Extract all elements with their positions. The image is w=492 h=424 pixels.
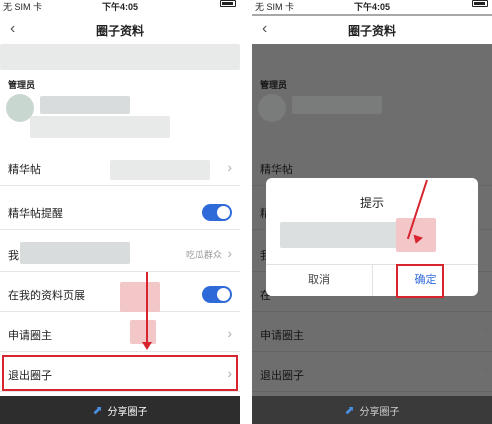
row-apply-owner[interactable]: 申请圈主 › (0, 316, 240, 352)
row-label: 我 (8, 250, 19, 262)
status-time: 下午4:05 (101, 2, 138, 12)
alias-value: 吃瓜群众 (185, 250, 222, 260)
row-label: 精华帖 (8, 164, 41, 176)
row-my-alias[interactable]: 我 吃瓜群众 › (0, 236, 240, 272)
confirm-highlight (396, 264, 444, 298)
battery-icon (472, 0, 488, 7)
row-blur (110, 160, 210, 180)
share-label: 分享圈子 (359, 406, 400, 418)
chevron-right-icon: › (227, 159, 232, 175)
share-bar[interactable]: ⬈ 分享圈子 (0, 396, 240, 424)
admin-label: 管理员 (8, 80, 36, 90)
header-blur (0, 44, 240, 70)
status-icons (472, 0, 488, 7)
row-label: 申请圈主 (8, 330, 52, 342)
share-bar[interactable]: ⬈ 分享圈子 (252, 396, 492, 424)
chevron-right-icon: › (227, 245, 232, 261)
annotation-arrow-line (146, 272, 148, 342)
row-show-on-profile: 在我的资料页展 (0, 276, 240, 312)
chevron-right-icon: › (227, 325, 232, 341)
row-blur (120, 282, 160, 312)
nav-bar: ‹ 圈子资料 (252, 16, 492, 44)
annotation-arrow-head (142, 342, 152, 350)
right-screen: 无 SIM 卡 下午4:05 ‹ 圈子资料 管理员 精华帖 精华 我 在 申请圈… (252, 0, 492, 424)
left-screen: 无 SIM 卡 下午4:05 ‹ 圈子资料 管理员 精华帖 › 精华帖提醒 我 … (0, 0, 240, 424)
status-icons (220, 0, 236, 7)
page-title: 圈子资料 (347, 24, 396, 38)
dialog-title: 提示 (359, 196, 384, 210)
status-time: 下午4:05 (353, 2, 390, 12)
admin-name-blur (40, 96, 130, 114)
share-icon: ⬈ (344, 403, 355, 417)
confirm-dialog: 提示 取消 确定 (266, 178, 478, 296)
row-blur (20, 242, 130, 264)
row-digest-reminder: 精华帖提醒 (0, 194, 240, 230)
status-bar: 无 SIM 卡 下午4:05 (0, 0, 240, 14)
row-label: 在我的资料页展 (8, 290, 85, 302)
row-blur (130, 320, 156, 344)
page-title: 圈子资料 (95, 24, 144, 38)
cancel-button[interactable]: 取消 (266, 264, 372, 296)
share-icon: ⬈ (92, 403, 103, 417)
row-digest-posts[interactable]: 精华帖 › (0, 150, 240, 186)
show-on-profile-toggle[interactable] (202, 286, 232, 303)
status-bar: 无 SIM 卡 下午4:05 (252, 0, 492, 14)
share-label: 分享圈子 (107, 406, 148, 418)
digest-reminder-toggle[interactable] (202, 204, 232, 221)
quit-highlight (2, 355, 238, 391)
row-label: 精华帖提醒 (8, 208, 63, 220)
admin-info-blur (30, 116, 170, 138)
battery-icon (220, 0, 236, 7)
nav-bar: ‹ 圈子资料 (0, 16, 240, 44)
